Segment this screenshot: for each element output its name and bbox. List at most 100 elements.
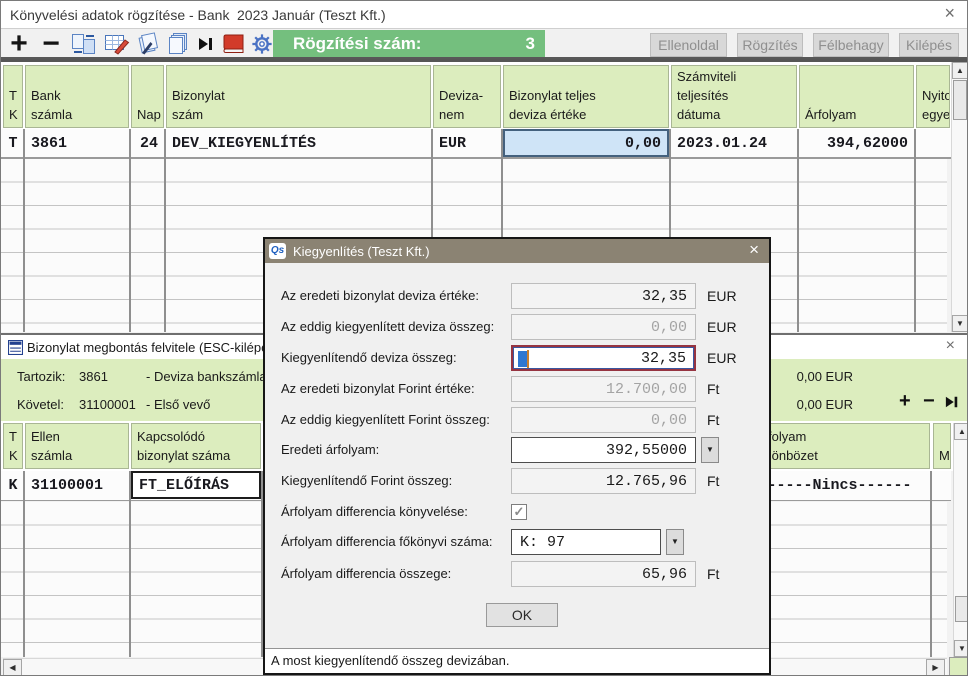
cell-arfolyam[interactable]: 394,62000	[799, 129, 914, 157]
scroll-down-button[interactable]: ▼	[952, 315, 968, 332]
col-header-megjegyzes: Meg	[933, 423, 951, 469]
book-icon	[221, 32, 247, 56]
text-cursor	[518, 351, 527, 367]
col-header-line: számla	[31, 105, 123, 124]
transfer-pages-icon	[71, 32, 97, 56]
field-label: Árfolyam differencia főkönyvi száma:	[281, 529, 492, 555]
arfolyam-differencia-checkbox[interactable]: ✓	[511, 504, 527, 520]
record-number-label: Rögzítési szám:	[293, 34, 421, 53]
scroll-up-button[interactable]: ▲	[954, 423, 968, 440]
dialog-status-text: A most kiegyenlítendő összeg devizában.	[265, 648, 769, 673]
col-header-line: Bizonylat	[172, 86, 425, 105]
add-record-button[interactable]: +	[5, 30, 33, 58]
delete-record-button[interactable]: −	[37, 30, 65, 58]
cell-devizanem[interactable]: EUR	[433, 129, 501, 157]
main-table-vscrollbar[interactable]: ▲ ▼	[951, 62, 967, 332]
scroll-left-button[interactable]: ◀	[3, 659, 22, 676]
scrollbar-thumb[interactable]	[953, 80, 967, 120]
differencia-osszeg-field[interactable]: 65,96	[511, 561, 696, 587]
cell-teljesites-datum[interactable]: 2023.01.24	[671, 129, 797, 157]
field-unit: EUR	[707, 283, 737, 309]
panel-close-icon[interactable]: ×	[946, 337, 955, 355]
notes-button[interactable]	[134, 30, 162, 58]
goto-last-button[interactable]	[194, 30, 218, 58]
cell-tk[interactable]: K	[3, 471, 23, 500]
remaining-amount-bottom: 0,00 EUR	[791, 397, 853, 412]
cell-bizonylat-szam[interactable]: DEV_KIEGYENLÍTÉS	[166, 129, 431, 157]
kiegyenlitendo-deviza-field[interactable]: 32,35	[511, 345, 696, 371]
col-header-ellen-szamla: Ellen számla	[25, 423, 129, 469]
cell-ellen-szamla[interactable]: 31100001	[25, 471, 129, 500]
scroll-right-button[interactable]: ▶	[926, 659, 945, 676]
text-caret	[527, 350, 529, 368]
column-separator	[797, 129, 799, 332]
edit-button[interactable]	[102, 30, 132, 58]
stacked-pages-icon	[166, 32, 190, 56]
col-header-line: Meg	[939, 446, 945, 465]
arfolyam-dropdown-button[interactable]: ▼	[701, 437, 719, 463]
scroll-down-button[interactable]: ▼	[954, 640, 968, 657]
field-label: Az eredeti bizonylat Forint értéke:	[281, 376, 475, 402]
arrow-down-icon: ▼	[956, 319, 964, 328]
dialog-close-icon[interactable]: ×	[749, 240, 759, 260]
col-header-line: dátuma	[677, 105, 791, 124]
cell-arfolyam-kulonbozet[interactable]: -----Nincs------	[749, 471, 930, 500]
col-header-line: nem	[439, 105, 495, 124]
kiegyenlitendo-forint-field[interactable]: 12.765,96	[511, 468, 696, 494]
dialog-title: Kiegyenlítés (Teszt Kft.)	[293, 244, 430, 259]
transfer-button[interactable]	[69, 30, 99, 58]
col-header-line: számla	[31, 446, 123, 465]
settings-button[interactable]	[249, 30, 275, 58]
tartozik-label: Tartozik:	[17, 369, 65, 384]
eddig-kiegyenlitett-forint-field[interactable]: 0,00	[511, 407, 696, 433]
eddig-kiegyenlitett-deviza-field[interactable]: 0,00	[511, 314, 696, 340]
felbehagy-button[interactable]: Félbehagy	[813, 33, 889, 57]
arrow-up-icon: ▲	[956, 66, 964, 75]
scroll-up-button[interactable]: ▲	[952, 62, 968, 79]
ok-button[interactable]: OK	[486, 603, 558, 627]
col-header-nyitott-egyenleg: Nyitott egyenleg	[916, 65, 950, 128]
kovetel-name: - Első vevő	[146, 397, 210, 412]
eredeti-deviza-ertek-field[interactable]: 32,35	[511, 283, 696, 309]
plus-icon: +	[10, 32, 28, 56]
scrollbar-thumb[interactable]	[955, 596, 968, 622]
app-window: Könyvelési adatok rögzítése - Bank 2023 …	[0, 0, 968, 676]
column-separator	[23, 471, 25, 657]
cell-deviza-ertek-selected[interactable]: 0,00	[503, 129, 669, 157]
ellenoldal-button[interactable]: Ellenoldal	[650, 33, 727, 57]
col-header-line: T	[9, 427, 17, 446]
window-title: Könyvelési adatok rögzítése - Bank	[10, 7, 229, 23]
cell-bank-szamla[interactable]: 3861	[25, 129, 129, 157]
fokonyvi-dropdown-button[interactable]: ▼	[666, 529, 684, 555]
fokonyvi-szam-field[interactable]: K: 97	[511, 529, 661, 555]
col-header-line: teljesítés	[677, 86, 791, 105]
arrow-down-icon: ▼	[958, 644, 966, 653]
eredeti-arfolyam-field[interactable]: 392,55000	[511, 437, 696, 463]
kilepes-button[interactable]: Kilépés	[899, 33, 959, 57]
cell-tk[interactable]: T	[3, 129, 23, 157]
arrow-right-icon: ▶	[932, 663, 938, 672]
kovetel-label: Követel:	[17, 397, 64, 412]
cell-nap[interactable]: 24	[131, 129, 164, 157]
dialog-titlebar: Qs Kiegyenlítés (Teszt Kft.) ×	[265, 239, 769, 263]
field-label: Eredeti árfolyam:	[281, 437, 379, 463]
rogzites-button[interactable]: Rögzítés	[737, 33, 803, 57]
field-value: 32,35	[641, 350, 686, 367]
col-header-line: szám	[172, 105, 425, 124]
col-header-arfolyam-kulonbozet: Árfolyam különbözet	[749, 423, 930, 469]
close-icon[interactable]: ×	[944, 3, 955, 24]
column-separator	[930, 471, 932, 657]
ledger-button[interactable]	[219, 30, 249, 58]
cell-kapcsolodo-bizonylat[interactable]: FT_ELŐÍRÁS	[131, 471, 261, 499]
column-separator	[129, 129, 131, 332]
gear-icon	[251, 33, 273, 55]
col-header-kapcsolodo: Kapcsolódó bizonylat száma	[131, 423, 261, 469]
field-label: Kiegyenlítendő Forint összeg:	[281, 468, 452, 494]
col-header-line: K	[9, 105, 17, 124]
detail-table-vscrollbar[interactable]: ▲ ▼	[953, 423, 968, 657]
col-header-line: Számviteli	[677, 67, 791, 86]
eredeti-forint-ertek-field[interactable]: 12.700,00	[511, 376, 696, 402]
panel-goto-last-button[interactable]	[945, 395, 959, 412]
copies-button[interactable]	[164, 30, 192, 58]
window-period: 2023 Január (Teszt Kft.)	[237, 7, 386, 23]
